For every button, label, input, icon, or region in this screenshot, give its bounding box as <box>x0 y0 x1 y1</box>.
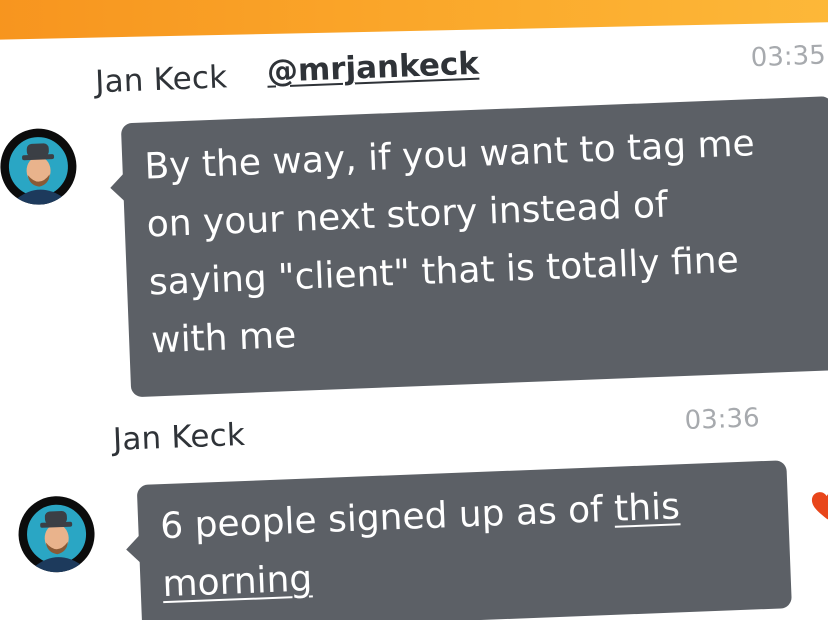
message-thread: Jan Keck @mrjankeck 03:35 By the way, if… <box>0 0 828 620</box>
avatar-photo <box>24 501 90 574</box>
user-avatar[interactable] <box>0 127 78 207</box>
chat-screen: Jan Keck @mrjankeck 03:35 By the way, if… <box>0 0 828 620</box>
heart-icon[interactable] <box>809 488 828 523</box>
message-timestamp: 03:35 <box>750 40 827 74</box>
message-timestamp: 03:36 <box>684 403 761 437</box>
user-avatar[interactable] <box>17 494 96 574</box>
sender-handle[interactable]: @mrjankeck <box>266 46 479 90</box>
sender-name: Jan Keck <box>112 416 246 458</box>
sender-handle-link[interactable]: @mrjankeck <box>266 46 479 90</box>
message-link[interactable]: morning <box>162 558 313 605</box>
avatar-photo <box>5 134 71 206</box>
message-bubble[interactable]: By the way, if you want to tag me on you… <box>120 96 828 398</box>
message-link[interactable]: this <box>613 486 680 529</box>
message-bubble[interactable]: 6 people signed up as of this morning <box>136 460 792 620</box>
message-text: 6 people signed up as of <box>159 488 615 548</box>
sender-name: Jan Keck <box>94 59 228 101</box>
